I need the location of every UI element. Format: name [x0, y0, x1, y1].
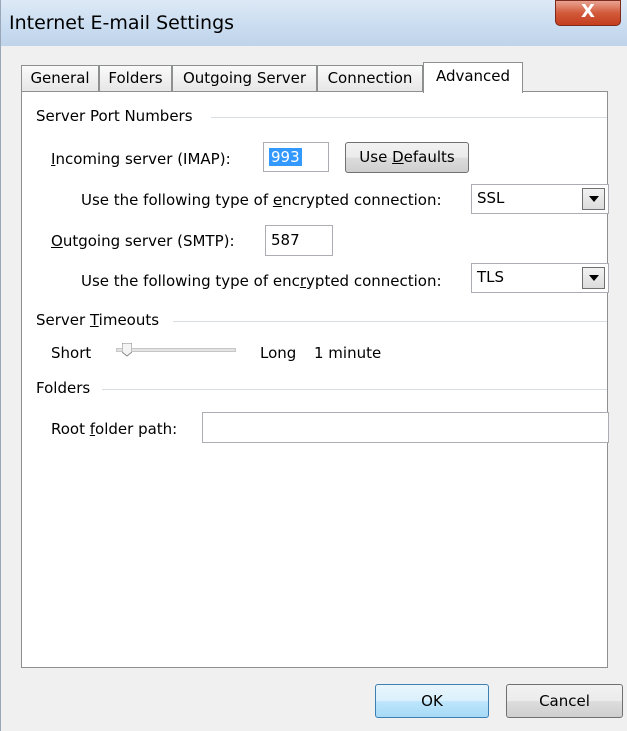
tab-folders-label: Folders [108, 69, 163, 87]
tab-outgoing-server-label: Outgoing Server [182, 69, 307, 87]
outgoing-port-value: 587 [271, 231, 300, 249]
tab-connection[interactable]: Connection [317, 65, 423, 92]
timeout-slider-track[interactable] [116, 348, 236, 352]
title-bar[interactable]: Internet E-mail Settings X [1, 0, 627, 46]
tab-general-label: General [30, 69, 90, 87]
incoming-server-label: Incoming server (IMAP): [51, 150, 231, 168]
outgoing-encryption-label: Use the following type of encrypted conn… [81, 272, 442, 290]
group-divider [173, 321, 607, 322]
window-title: Internet E-mail Settings [9, 12, 235, 34]
close-icon: X [581, 1, 595, 22]
advanced-panel [21, 91, 608, 668]
incoming-port-field[interactable]: 993 [263, 142, 329, 172]
group-divider [102, 389, 607, 390]
incoming-port-value: 993 [269, 148, 302, 166]
incoming-encryption-label: Use the following type of encrypted conn… [81, 191, 442, 209]
chevron-down-icon[interactable] [582, 188, 605, 210]
timeout-long-label: Long [260, 344, 297, 362]
tab-general[interactable]: General [21, 65, 99, 92]
use-defaults-button[interactable]: Use Defaults [345, 142, 469, 173]
outgoing-port-field[interactable]: 587 [265, 225, 333, 256]
incoming-encryption-select[interactable]: SSL [471, 184, 609, 214]
tab-connection-label: Connection [327, 69, 413, 87]
server-timeouts-heading: Server Timeouts [36, 311, 160, 329]
tab-advanced-label: Advanced [435, 67, 511, 85]
outgoing-server-label: Outgoing server (SMTP): [51, 232, 235, 250]
cancel-button[interactable]: Cancel [506, 684, 623, 718]
outgoing-encryption-value: TLS [477, 268, 505, 286]
tab-outgoing-server[interactable]: Outgoing Server [172, 65, 317, 92]
tab-advanced[interactable]: Advanced [423, 62, 523, 93]
root-folder-label: Root folder path: [51, 420, 178, 438]
group-divider [211, 117, 607, 118]
chevron-down-icon[interactable] [582, 267, 605, 289]
root-folder-path-input[interactable] [202, 412, 609, 443]
tab-folders[interactable]: Folders [99, 65, 172, 92]
timeout-slider-thumb[interactable] [121, 342, 132, 361]
dialog-window: Internet E-mail Settings X General Folde… [0, 0, 627, 731]
close-button[interactable]: X [555, 0, 621, 26]
outgoing-encryption-select[interactable]: TLS [471, 263, 609, 293]
server-port-numbers-heading: Server Port Numbers [36, 107, 193, 125]
ok-button[interactable]: OK [375, 684, 489, 718]
incoming-encryption-value: SSL [477, 189, 505, 207]
folders-heading: Folders [36, 379, 91, 397]
timeout-value: 1 minute [314, 344, 382, 362]
timeout-short-label: Short [51, 344, 92, 362]
